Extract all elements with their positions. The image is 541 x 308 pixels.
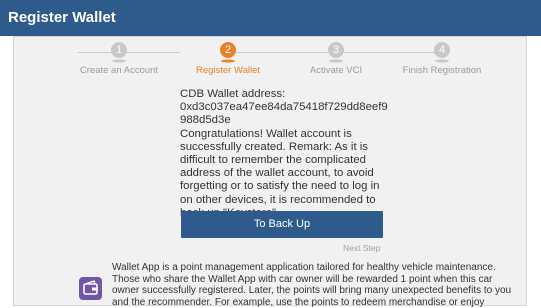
step-activate-vci: 3 Activate VCI bbox=[281, 41, 391, 76]
wallet-created-message: Congratulations! Wallet account is succe… bbox=[180, 127, 380, 219]
step-label: Activate VCI bbox=[309, 65, 363, 76]
step-pin-icon: 2 bbox=[219, 41, 237, 63]
step-label: Finish Registration bbox=[402, 65, 482, 76]
next-step-link[interactable]: Next Step bbox=[343, 243, 380, 253]
step-pin-icon: 1 bbox=[110, 41, 128, 63]
wallet-address: 0xd3c037ea47ee84da75418f729dd8eef9988d5d… bbox=[180, 101, 388, 127]
wallet-app-icon bbox=[79, 277, 102, 300]
wallet-app-description: Wallet App is a point management applica… bbox=[112, 262, 512, 308]
step-register-wallet: 2 Register Wallet bbox=[173, 41, 283, 76]
wallet-address-label: CDB Wallet address: bbox=[180, 88, 286, 100]
step-finish-registration: 4 Finish Registration bbox=[387, 41, 497, 76]
back-up-button[interactable]: To Back Up bbox=[181, 211, 383, 238]
step-pin-icon: 4 bbox=[433, 41, 451, 63]
step-label: Register Wallet bbox=[195, 65, 261, 76]
title-bar: Register Wallet bbox=[0, 0, 541, 36]
step-create-account: 1 Create an Account bbox=[64, 41, 174, 76]
content-panel: 1 Create an Account 2 Register Wallet 3 bbox=[13, 36, 528, 308]
wallet-info: CDB Wallet address: 0xd3c037ea47ee84da75… bbox=[180, 88, 390, 220]
registration-stepper: 1 Create an Account 2 Register Wallet 3 bbox=[14, 37, 528, 87]
window-title: Register Wallet bbox=[8, 9, 116, 26]
step-label: Create an Account bbox=[79, 65, 159, 76]
step-pin-icon: 3 bbox=[327, 41, 345, 63]
